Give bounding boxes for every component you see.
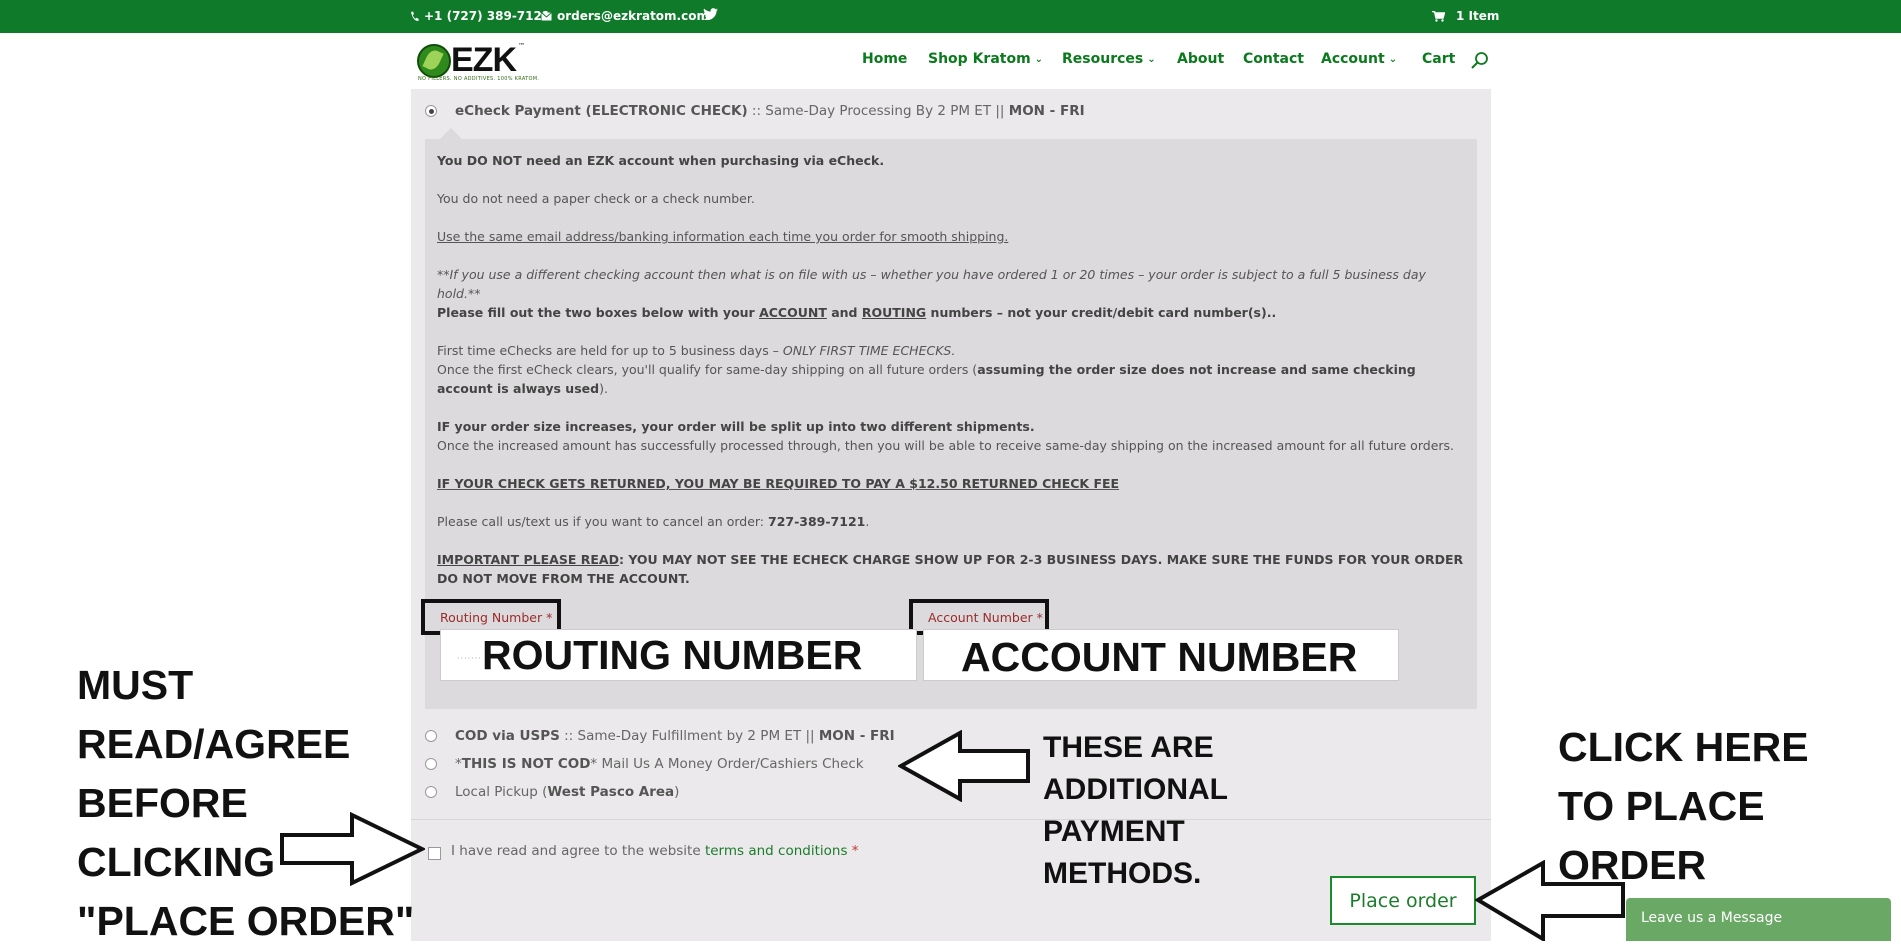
echeck-subtitle: :: Same-Day Processing By 2 PM ET || <box>747 103 1009 119</box>
echeck-note-5: Please fill out the two boxes below with… <box>437 305 1277 320</box>
logo-trademark: ™ <box>518 42 525 50</box>
section-divider <box>411 819 1491 820</box>
echeck-note-3: Use the same email address/banking infor… <box>437 229 1009 244</box>
cod-subtitle: :: Same-Day Fulfillment by 2 PM ET || <box>559 728 819 744</box>
cart-count: 1 Item <box>1456 9 1500 23</box>
account-number-input[interactable]: ACCOUNT NUMBER <box>923 629 1399 681</box>
cod-days: MON - FRI <box>818 728 895 744</box>
nav-cart[interactable]: Cart <box>1422 51 1455 67</box>
routing-number-input[interactable]: ······· ROUTING NUMBER <box>440 629 917 681</box>
annotation-must-read: MUST READ/AGREE BEFORE CLICKING "PLACE O… <box>77 662 415 944</box>
site-logo[interactable]: EZK ™ NO FILLERS. NO ADDITIVES. 100% KRA… <box>415 38 539 86</box>
nav-home-label: Home <box>862 51 908 67</box>
phone-icon <box>411 11 419 21</box>
echeck-note-9: Please call us/text us if you want to ca… <box>437 514 870 529</box>
phone-number: +1 (727) 389-7121 <box>424 9 551 23</box>
echeck-note-10: IMPORTANT PLEASE READ: YOU MAY NOT SEE T… <box>437 552 1464 586</box>
cod-title: COD via USPS <box>455 728 560 744</box>
terms-link[interactable]: terms and conditions <box>705 843 848 859</box>
chevron-down-icon: ⌄ <box>1388 53 1398 65</box>
echeck-note-6: First time eChecks are held for up to 5 … <box>437 343 1416 396</box>
terms-label: I have read and agree to the website ter… <box>451 843 859 859</box>
echeck-note-1: You DO NOT need an EZK account when purc… <box>437 153 885 168</box>
top-bar: +1 (727) 389-7121 orders@ezkratom.com 1 … <box>0 0 1901 33</box>
arrow-left-icon <box>898 730 1030 802</box>
chat-widget[interactable]: Leave us a Message <box>1626 898 1891 941</box>
place-order-button[interactable]: Place order <box>1330 876 1476 925</box>
nav-account-label: Account <box>1321 51 1385 67</box>
nav-contact[interactable]: Contact <box>1243 51 1304 67</box>
echeck-radio[interactable] <box>425 105 437 117</box>
local-pickup-radio[interactable] <box>425 786 437 798</box>
routing-number-overlay: ROUTING NUMBER <box>482 632 863 678</box>
echeck-days: MON - FRI <box>1008 103 1085 119</box>
routing-placeholder: ······· <box>457 654 482 663</box>
echeck-note-8: IF YOUR CHECK GETS RETURNED, YOU MAY BE … <box>437 476 1120 491</box>
nav-home[interactable]: Home <box>862 51 907 67</box>
email-address: orders@ezkratom.com <box>557 9 709 23</box>
cart-link[interactable]: 1 Item <box>1432 9 1499 23</box>
arrow-left-icon <box>1475 860 1625 941</box>
money-order-radio[interactable] <box>425 758 437 770</box>
terms-checkbox[interactable] <box>428 847 441 860</box>
chevron-down-icon: ⌄ <box>1147 53 1156 65</box>
logo-text: EZK <box>451 41 517 79</box>
chevron-down-icon: ⌄ <box>1034 53 1044 65</box>
twitter-icon <box>703 8 718 20</box>
nav-resources-label: Resources <box>1062 51 1144 67</box>
logo-tagline: NO FILLERS. NO ADDITIVES. 100% KRATOM. <box>418 76 540 82</box>
nav-shop-kratom-label: Shop Kratom <box>928 51 1031 67</box>
site-header: EZK ™ NO FILLERS. NO ADDITIVES. 100% KRA… <box>0 33 1901 89</box>
email-contact[interactable]: orders@ezkratom.com <box>541 9 709 23</box>
nav-cart-label: Cart <box>1422 51 1456 67</box>
echeck-title: eCheck Payment (ELECTRONIC CHECK) <box>455 103 748 119</box>
annotation-additional-methods: THESE ARE ADDITIONAL PAYMENT METHODS. <box>1043 731 1228 890</box>
phone-contact[interactable]: +1 (727) 389-7121 <box>410 9 550 23</box>
nav-resources[interactable]: Resources ⌄ <box>1062 51 1156 67</box>
cod-radio[interactable] <box>425 730 437 742</box>
nav-shop-kratom[interactable]: Shop Kratom ⌄ <box>928 51 1043 67</box>
echeck-note-4: **If you use a different checking accoun… <box>437 267 1426 301</box>
money-order-label[interactable]: *THIS IS NOT COD* Mail Us A Money Order/… <box>455 756 864 772</box>
twitter-link[interactable] <box>703 8 718 20</box>
local-pickup-label[interactable]: Local Pickup (West Pasco Area) <box>455 784 679 800</box>
nav-about-label: About <box>1177 51 1225 67</box>
leaf-logo-icon <box>417 44 451 78</box>
account-number-overlay: ACCOUNT NUMBER <box>961 634 1358 680</box>
email-icon <box>541 11 552 20</box>
echeck-label[interactable]: eCheck Payment (ELECTRONIC CHECK) :: Sam… <box>455 103 1085 119</box>
cart-icon <box>1432 10 1445 22</box>
search-icon[interactable] <box>1470 51 1490 71</box>
arrow-right-icon <box>280 812 425 886</box>
echeck-note-7: IF your order size increases, your order… <box>437 419 1455 453</box>
nav-contact-label: Contact <box>1243 51 1304 67</box>
nav-account[interactable]: Account ⌄ <box>1321 51 1397 67</box>
nav-about[interactable]: About <box>1177 51 1224 67</box>
cod-label[interactable]: COD via USPS :: Same-Day Fulfillment by … <box>455 728 895 744</box>
echeck-note-2: You do not need a paper check or a check… <box>437 191 755 206</box>
